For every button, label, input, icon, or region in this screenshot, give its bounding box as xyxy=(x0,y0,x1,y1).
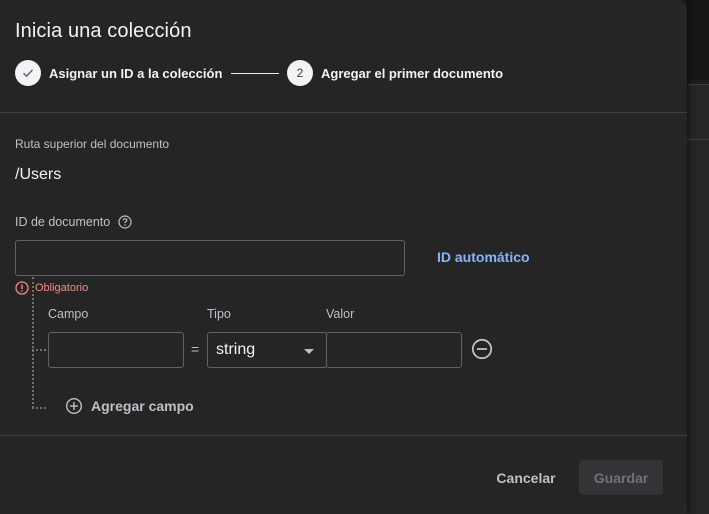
cancel-button[interactable]: Cancelar xyxy=(484,460,568,495)
field-name-input[interactable] xyxy=(48,332,184,368)
field-value-input[interactable] xyxy=(326,332,462,368)
dialog-title: Inicia una colección xyxy=(15,20,192,42)
step-1-label: Asignar un ID a la colección xyxy=(49,66,223,81)
document-id-label: ID de documento xyxy=(15,215,111,229)
background-header xyxy=(687,0,709,80)
equals-sign: = xyxy=(191,341,200,357)
remove-circle-icon[interactable] xyxy=(471,338,493,360)
auto-id-link[interactable]: ID automático xyxy=(437,249,530,265)
header-divider xyxy=(0,112,687,113)
caret-down-icon xyxy=(304,349,314,354)
stepper: Asignar un ID a la colección 2 Agregar e… xyxy=(15,60,615,88)
parent-path-value: /Users xyxy=(15,166,62,183)
save-button[interactable]: Guardar xyxy=(579,460,663,495)
step-1-check-icon xyxy=(15,60,41,86)
field-tree-line xyxy=(32,277,34,408)
help-circle-icon[interactable] xyxy=(118,215,132,229)
check-icon xyxy=(23,69,34,78)
background-divider xyxy=(687,139,709,140)
field-tree-branch xyxy=(32,349,46,351)
step-connector xyxy=(231,73,279,74)
add-field-label: Agregar campo xyxy=(91,398,194,414)
error-circle-icon xyxy=(15,281,29,295)
step-2-label: Agregar el primer documento xyxy=(321,66,504,81)
type-select[interactable]: string xyxy=(207,332,327,368)
field-column-header: Campo xyxy=(48,307,89,321)
type-column-header: Tipo xyxy=(207,307,231,321)
value-column-header: Valor xyxy=(326,307,355,321)
background-panel xyxy=(687,84,709,514)
parent-path-label: Ruta superior del documento xyxy=(15,137,170,151)
background-divider xyxy=(687,84,709,85)
field-tree-branch xyxy=(32,407,46,409)
footer-divider xyxy=(0,435,687,436)
start-collection-dialog: Inicia una colección Asignar un ID a la … xyxy=(0,0,687,514)
required-error-text: Obligatorio xyxy=(35,282,89,294)
screen: Inicia una colección Asignar un ID a la … xyxy=(0,0,709,514)
step-2-number: 2 xyxy=(287,60,313,86)
type-select-value: string xyxy=(216,341,256,358)
document-id-input[interactable] xyxy=(15,240,405,276)
add-circle-icon xyxy=(65,397,83,415)
background-app xyxy=(687,0,709,514)
add-field-button[interactable]: Agregar campo xyxy=(65,396,194,416)
